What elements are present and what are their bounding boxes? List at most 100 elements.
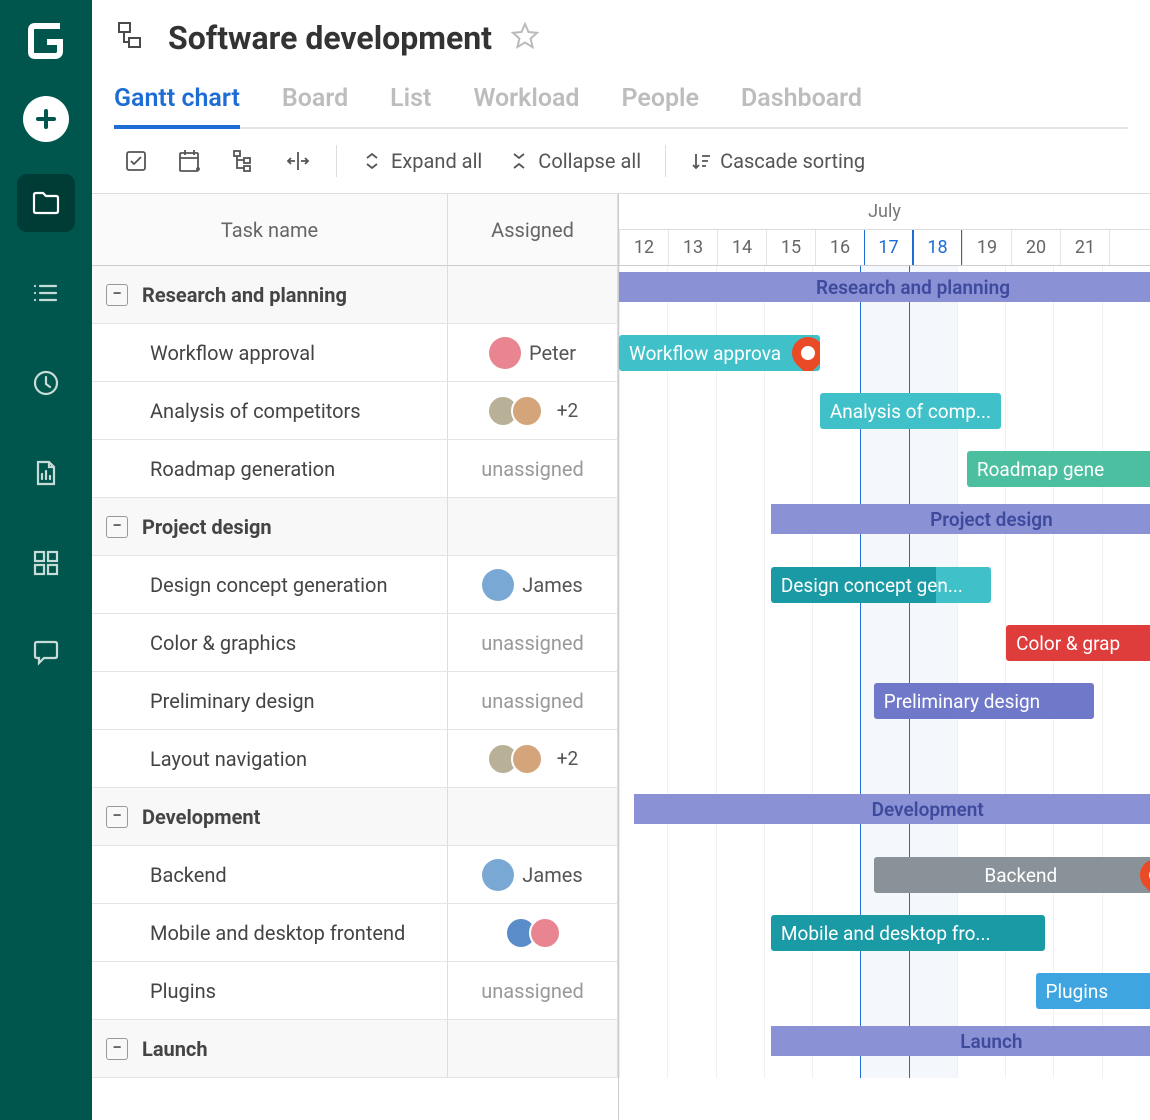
nav-apps-icon[interactable] (17, 534, 75, 592)
task-name: Workflow approval (150, 341, 315, 365)
tab-gantt-chart[interactable]: Gantt chart (114, 84, 240, 127)
tab-board[interactable]: Board (282, 84, 348, 127)
toolbar-divider (336, 145, 337, 177)
day-header: 12 (619, 230, 668, 266)
day-header: 18 (913, 230, 962, 266)
gantt-task-bar[interactable]: Analysis of comp... (820, 393, 1001, 429)
task-name: Preliminary design (150, 689, 315, 713)
day-header: 19 (962, 230, 1011, 266)
gantt-task-bar[interactable]: Roadmap gene (967, 451, 1150, 487)
gantt-group-bar[interactable]: Research and planning (619, 272, 1150, 302)
group-row[interactable]: −Launch (92, 1020, 448, 1077)
tool-hierarchy-icon[interactable] (222, 143, 266, 179)
avatar (529, 917, 561, 949)
task-name: Backend (150, 863, 227, 887)
gantt-task-bar[interactable]: Mobile and desktop fro... (771, 915, 1045, 951)
assigned-cell[interactable]: James (448, 846, 618, 903)
task-row[interactable]: Roadmap generation (92, 440, 448, 497)
gantt-group-bar[interactable]: Launch (771, 1026, 1150, 1056)
expand-all-button[interactable]: Expand all (353, 145, 490, 177)
assigned-cell[interactable] (448, 904, 618, 961)
assigned-cell[interactable]: unassigned (448, 672, 618, 729)
collapse-icon[interactable]: − (106, 284, 128, 306)
gantt-task-bar[interactable]: Backend (874, 857, 1150, 893)
collapse-all-button[interactable]: Collapse all (500, 145, 649, 177)
gantt-task-bar[interactable]: Color & grap (1006, 625, 1150, 661)
nav-chat-icon[interactable] (17, 624, 75, 682)
fire-icon (785, 335, 820, 371)
group-row[interactable]: −Research and planning (92, 266, 448, 323)
day-header: 21 (1060, 230, 1109, 266)
group-name: Research and planning (142, 283, 347, 307)
assigned-cell[interactable]: Peter (448, 324, 618, 381)
tool-calendar-icon[interactable] (168, 143, 212, 179)
task-row[interactable]: Analysis of competitors (92, 382, 448, 439)
group-row[interactable]: −Project design (92, 498, 448, 555)
tool-filter-icon[interactable] (114, 143, 158, 179)
tab-workload[interactable]: Workload (473, 84, 579, 127)
sidebar (0, 0, 92, 1120)
gantt-task-bar[interactable]: Preliminary design (874, 683, 1095, 719)
add-button[interactable] (23, 96, 69, 142)
app-logo (23, 18, 69, 64)
cascade-sorting-button[interactable]: Cascade sorting (682, 145, 873, 177)
assignee-name: James (522, 863, 582, 887)
gantt-task-bar[interactable]: Design concept gen... (771, 567, 992, 603)
header: Software development Gantt chart Board Lis… (92, 0, 1150, 129)
gantt-area: July 12131415161718192021 Research and p… (619, 194, 1150, 1120)
toolbar: Expand all Collapse all Cascade sorting (92, 129, 1150, 194)
assigned-cell[interactable]: unassigned (448, 440, 618, 497)
content: Task name Assigned −Research and plannin… (92, 194, 1150, 1120)
tab-dashboard[interactable]: Dashboard (741, 84, 862, 127)
task-row[interactable]: Design concept generation (92, 556, 448, 613)
task-row[interactable]: Color & graphics (92, 614, 448, 671)
assigned-cell[interactable]: unassigned (448, 614, 618, 671)
task-row[interactable]: Plugins (92, 962, 448, 1019)
assigned-cell[interactable]: +2 (448, 382, 618, 439)
avatar (482, 859, 514, 891)
tab-list[interactable]: List (390, 84, 431, 127)
assigned-cell[interactable]: James (448, 556, 618, 613)
month-label: July (619, 194, 1150, 230)
collapse-icon[interactable]: − (106, 516, 128, 538)
avatar (511, 395, 543, 427)
day-header: 13 (668, 230, 717, 266)
task-row[interactable]: Preliminary design (92, 672, 448, 729)
day-header: 20 (1011, 230, 1060, 266)
gantt-header: July 12131415161718192021 (619, 194, 1150, 266)
gantt-task-bar[interactable]: Plugins (1036, 973, 1150, 1009)
assigned-cell[interactable]: unassigned (448, 962, 618, 1019)
gantt-task-bar[interactable]: Workflow approva (619, 335, 820, 371)
day-header: 17 (864, 230, 913, 266)
collapse-icon[interactable]: − (106, 1038, 128, 1060)
task-row[interactable]: Mobile and desktop frontend (92, 904, 448, 961)
nav-list-icon[interactable] (17, 264, 75, 322)
plus-count: +2 (557, 747, 578, 770)
tabs: Gantt chart Board List Workload People Dashbo… (114, 84, 1128, 129)
assignee-name: James (522, 573, 582, 597)
avatar (511, 743, 543, 775)
expand-all-label: Expand all (391, 149, 482, 173)
nav-folder-icon[interactable] (17, 174, 75, 232)
star-icon[interactable] (510, 21, 540, 55)
assigned-cell (448, 266, 618, 323)
assigned-cell[interactable]: +2 (448, 730, 618, 787)
collapse-icon[interactable]: − (106, 806, 128, 828)
task-row[interactable]: Layout navigation (92, 730, 448, 787)
group-name: Project design (142, 515, 272, 539)
gantt-group-bar[interactable]: Development (634, 794, 1150, 824)
gantt-group-bar[interactable]: Project design (771, 504, 1150, 534)
tab-people[interactable]: People (622, 84, 700, 127)
task-row[interactable]: Workflow approval (92, 324, 448, 381)
toolbar-divider (665, 145, 666, 177)
group-name: Launch (142, 1037, 208, 1061)
project-title: Software development (168, 19, 492, 57)
tool-width-icon[interactable] (276, 143, 320, 179)
cascade-sorting-label: Cascade sorting (720, 149, 865, 173)
avatar (489, 337, 521, 369)
nav-reports-icon[interactable] (17, 444, 75, 502)
main-content: Software development Gantt chart Board Lis… (92, 0, 1150, 1120)
task-row[interactable]: Backend (92, 846, 448, 903)
nav-clock-icon[interactable] (17, 354, 75, 412)
group-row[interactable]: −Development (92, 788, 448, 845)
